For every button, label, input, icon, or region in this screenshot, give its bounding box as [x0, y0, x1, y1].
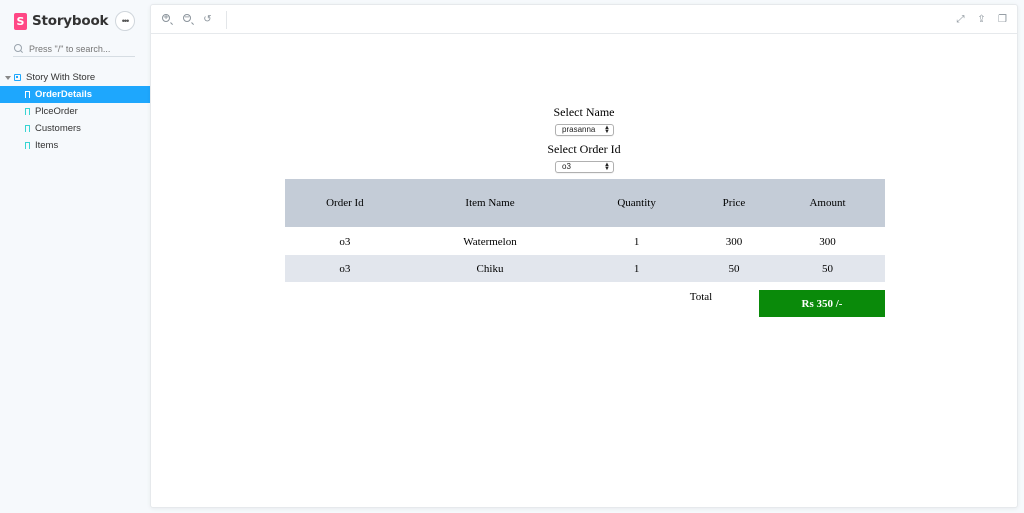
- storybook-brand[interactable]: S Storybook: [14, 12, 109, 30]
- sidebar: S Storybook ••• Story With Store OrderDe…: [0, 0, 150, 513]
- order-select-value: o3: [562, 162, 571, 171]
- sidebar-menu-button[interactable]: •••: [115, 11, 135, 31]
- search-bar[interactable]: [13, 41, 135, 57]
- order-table: Order Id Item Name Quantity Price Amount…: [285, 179, 885, 282]
- header-item-name: Item Name: [404, 179, 576, 230]
- bookmark-icon: [25, 142, 30, 149]
- header-price: Price: [697, 179, 771, 230]
- name-select[interactable]: prasanna ▲ ▼: [555, 124, 614, 136]
- preview-panel: + − ↺ ⤢ ⇪ ❐ Select Name prasanna ▲ ▼ Sele…: [150, 4, 1018, 508]
- sidebar-item-label: PlceOrder: [35, 106, 78, 117]
- sidebar-item-items[interactable]: Items: [0, 137, 150, 154]
- select-arrows-icon: ▲ ▼: [604, 162, 610, 172]
- bookmark-icon: [25, 125, 30, 132]
- table-row: o3 Watermelon 1 300 300: [285, 228, 885, 255]
- cell-order-id: o3: [339, 236, 351, 249]
- sidebar-item-label: Items: [35, 140, 59, 151]
- fullscreen-icon[interactable]: ⤢: [955, 14, 966, 25]
- share-icon[interactable]: ⇪: [976, 14, 987, 25]
- cell-amount: 50: [770, 255, 885, 282]
- story-group-story-with-store[interactable]: Story With Store: [0, 69, 150, 86]
- select-order-label: Select Order Id: [547, 142, 621, 156]
- table-row: o3 Chiku 1 50 50: [285, 255, 885, 282]
- sidebar-item-label: Customers: [35, 123, 81, 134]
- story-tree: Story With Store OrderDetails PlceOrder …: [0, 69, 150, 154]
- cell-amount: 300: [819, 236, 836, 249]
- order-id-select[interactable]: o3 ▲ ▼: [555, 161, 614, 173]
- cell-price: 50: [697, 255, 771, 282]
- table-header-row: Order Id Item Name Quantity Price Amount: [285, 179, 885, 230]
- sidebar-item-orderdetails[interactable]: OrderDetails: [0, 86, 150, 103]
- header-order-id: Order Id: [285, 179, 405, 230]
- sidebar-item-plceorder[interactable]: PlceOrder: [0, 103, 150, 120]
- toolbar-divider: [226, 11, 227, 29]
- copy-icon[interactable]: ❐: [997, 14, 1008, 25]
- reset-zoom-icon[interactable]: ↺: [202, 14, 213, 25]
- zoom-in-icon[interactable]: +: [162, 13, 170, 22]
- storybook-logo-icon: S: [14, 12, 27, 30]
- select-arrows-icon: ▲ ▼: [604, 125, 610, 135]
- total-amount-badge: Rs 350 /-: [759, 290, 885, 317]
- component-icon: [14, 74, 21, 81]
- preview-toolbar: + − ↺ ⤢ ⇪ ❐: [151, 5, 1017, 34]
- sidebar-item-customers[interactable]: Customers: [0, 120, 150, 137]
- story-canvas: Select Name prasanna ▲ ▼ Select Order Id …: [151, 35, 1017, 507]
- total-label: Total: [689, 291, 713, 303]
- cell-order-id: o3: [285, 255, 405, 282]
- zoom-out-icon[interactable]: −: [183, 13, 191, 22]
- bookmark-icon: [25, 108, 30, 115]
- cell-price: 300: [725, 236, 743, 249]
- header-quantity: Quantity: [575, 179, 698, 230]
- brand-title: Storybook: [32, 13, 109, 29]
- select-name-label: Select Name: [553, 105, 615, 119]
- story-group-label: Story With Store: [26, 72, 96, 83]
- chevron-down-icon: [5, 75, 11, 80]
- bookmark-icon: [25, 91, 30, 98]
- search-icon: [14, 43, 24, 54]
- cell-item-name: Watermelon: [463, 236, 517, 249]
- cell-quantity: 1: [633, 236, 640, 249]
- search-input[interactable]: [29, 43, 134, 54]
- sidebar-item-label: OrderDetails: [35, 89, 93, 100]
- cell-item-name: Chiku: [404, 255, 576, 282]
- name-select-value: prasanna: [562, 125, 596, 134]
- header-amount: Amount: [770, 179, 885, 230]
- cell-quantity: 1: [575, 255, 698, 282]
